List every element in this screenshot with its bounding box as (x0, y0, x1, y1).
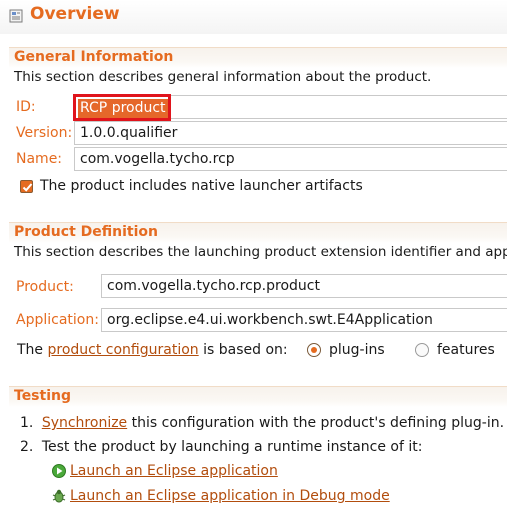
features-radio[interactable] (415, 343, 429, 357)
launch-eclipse-application-link[interactable]: Launch an Eclipse application (70, 463, 278, 479)
id-value-selected[interactable]: RCP product (78, 99, 168, 118)
application-field[interactable]: org.eclipse.e4.ui.workbench.swt.E4Applic… (101, 308, 507, 332)
application-label: Application: (16, 312, 99, 328)
product-definition-description: This section describes the launching pro… (14, 244, 507, 260)
product-label: Product: (16, 279, 74, 295)
version-label: Version: (16, 125, 73, 141)
product-field[interactable]: com.vogella.tycho.rcp.product (101, 274, 507, 298)
testing-title: Testing (14, 388, 71, 404)
form-page-icon (9, 9, 23, 23)
plug-ins-label: plug-ins (329, 342, 385, 358)
based-on-suffix: is based on: (203, 342, 288, 358)
radio-selected-dot (311, 347, 317, 353)
run-icon (52, 464, 66, 478)
features-label: features (437, 342, 495, 358)
checkmark-icon (22, 183, 33, 192)
general-information-description: This section describes general informati… (14, 69, 432, 85)
version-field[interactable]: 1.0.0.qualifier (74, 121, 507, 145)
debug-icon (52, 489, 66, 503)
step-2-number: 2. (20, 439, 34, 455)
name-label: Name: (16, 151, 63, 167)
general-information-title: General Information (14, 49, 174, 65)
product-definition-title: Product Definition (14, 224, 158, 240)
product-configuration-link[interactable]: product configuration (48, 342, 199, 358)
step-1-text: this configuration with the product's de… (131, 415, 505, 431)
launch-eclipse-debug-link[interactable]: Launch an Eclipse application in Debug m… (70, 488, 390, 504)
step-2-text: Test the product by launching a runtime … (41, 439, 423, 455)
page-title: Overview (30, 4, 120, 24)
native-launcher-checkbox[interactable] (20, 180, 33, 193)
plug-ins-radio[interactable] (307, 343, 321, 357)
synchronize-link[interactable]: Synchronize (42, 415, 127, 431)
testing-section-header (9, 386, 507, 407)
based-on-sentence: The product configuration is based on: (17, 342, 288, 358)
id-label: ID: (16, 99, 36, 115)
step-1-number: 1. (20, 415, 34, 431)
name-field[interactable]: com.vogella.tycho.rcp (74, 147, 507, 171)
native-launcher-label: The product includes native launcher art… (40, 178, 363, 194)
based-on-prefix: The (17, 342, 44, 358)
testing-step-2: 2. Test the product by launching a runti… (20, 439, 422, 455)
testing-step-1: 1. Synchronize this configuration with t… (20, 415, 504, 431)
